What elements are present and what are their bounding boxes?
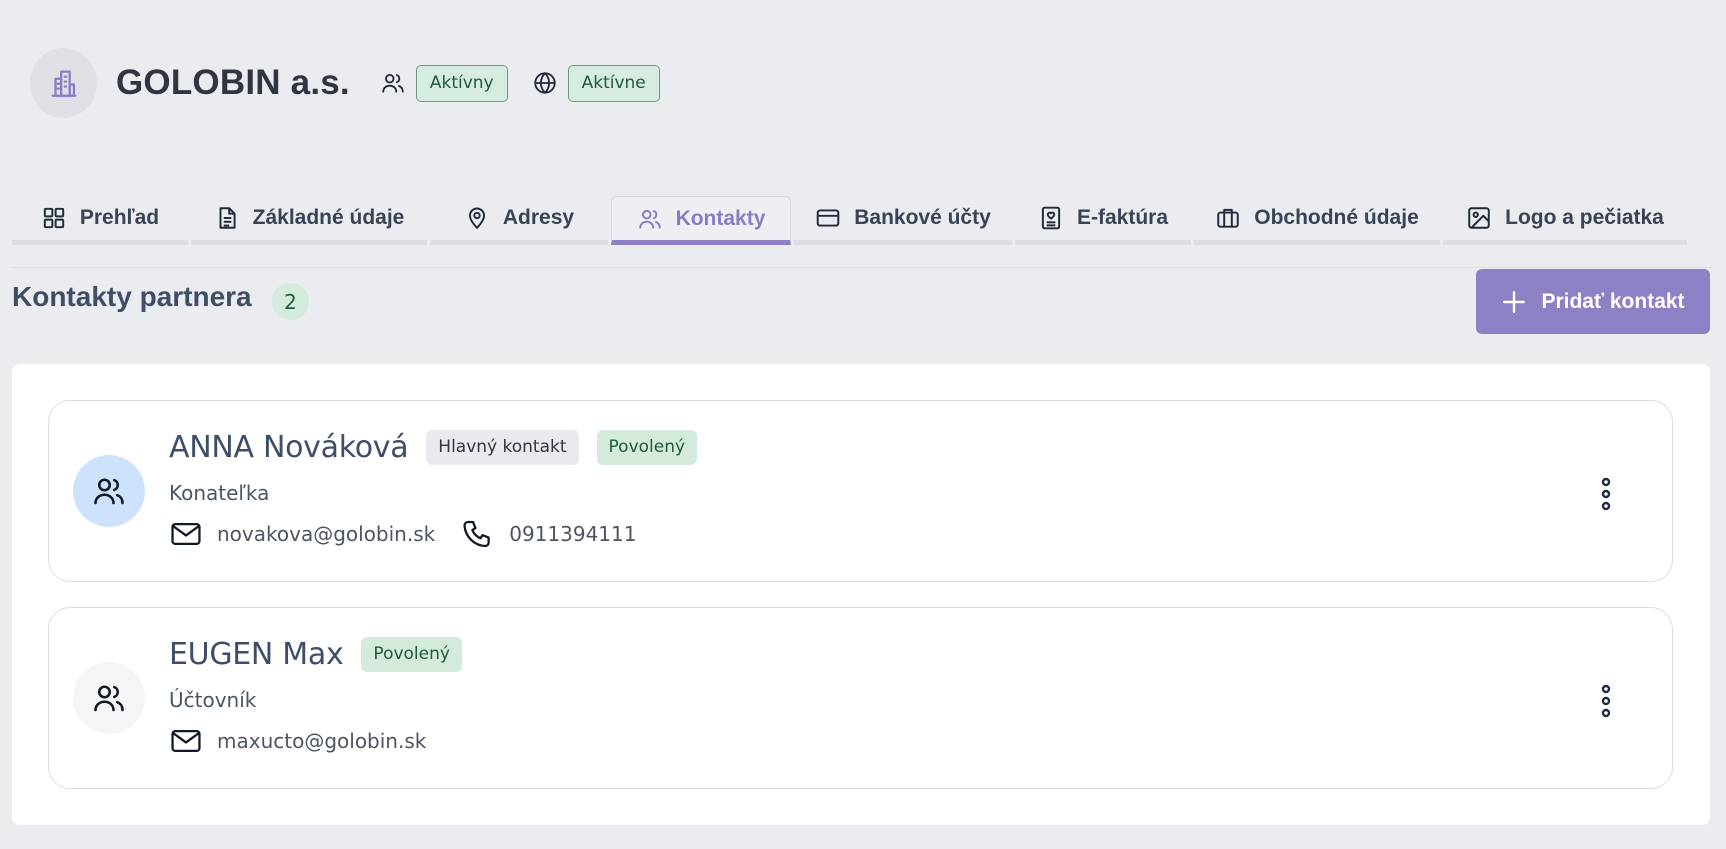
tab-label: Prehľad [79,206,160,229]
contact-name: EUGEN Max [169,636,344,672]
add-contact-label: Pridať kontakt [1541,289,1685,313]
company-avatar [30,48,97,118]
contact-card[interactable]: EUGEN Max Povolený Účtovník maxucto@golo… [48,607,1673,789]
more-options-icon[interactable] [1598,684,1614,718]
contact-name-row: ANNA Nováková Hlavný kontakt Povolený [169,429,698,465]
phone-icon [463,520,490,548]
tab-label: Bankové účty [854,206,991,229]
tab-prehlad[interactable]: Prehľad [12,196,188,245]
partner-tabs: Prehľad Základné údaje Adresy Kontakty B… [12,196,1687,245]
contact-avatar [73,662,145,734]
company-name: GOLOBIN a.s. [116,63,350,102]
contact-info-row: novakova@golobin.sk 0911394111 [169,517,697,551]
tab-label: Základné údaje [252,206,405,229]
tab-label: Obchodné údaje [1254,206,1419,229]
section-title: Kontakty partnera [12,281,252,312]
contacts-count-badge: 2 [272,283,309,320]
grid-icon [43,207,65,229]
credit-card-icon [816,209,840,227]
image-icon [1468,207,1490,229]
mail-icon [171,522,201,546]
plus-icon [1503,290,1526,313]
tab-kontakty[interactable]: Kontakty [611,196,791,245]
activity-status: Aktívny [380,64,508,102]
allowed-badge: Povolený [361,636,462,672]
allowed-badge: Povolený [596,429,698,465]
contacts-panel: ANNA Nováková Hlavný kontakt Povolený Ko… [12,364,1710,825]
map-pin-icon [468,207,485,230]
tab-e-faktura[interactable]: E-faktúra [1015,196,1191,245]
tab-label: E-faktúra [1076,206,1169,229]
contact-email-link[interactable]: novakova@golobin.sk [217,522,435,546]
tab-label: Kontakty [675,206,766,230]
document-icon [219,207,236,229]
building-icon [51,70,76,97]
users-icon [94,685,124,712]
contact-email-link[interactable]: maxucto@golobin.sk [217,729,426,753]
tab-obchodne-udaje[interactable]: Obchodné údaje [1194,196,1440,245]
contact-details: EUGEN Max Povolený Účtovník maxucto@golo… [169,636,462,758]
users-icon [382,73,404,93]
tab-adresy[interactable]: Adresy [430,196,608,245]
contact-phone-link[interactable]: 0911394111 [509,522,636,546]
briefcase-icon [1217,208,1239,228]
mail-icon [171,729,201,753]
users-icon [638,209,661,229]
e-invoice-icon [1041,206,1061,230]
contact-name: ANNA Nováková [169,429,409,465]
web-status: Aktívne [532,64,660,102]
globe-icon [533,72,556,94]
status-badge-active: Aktívny [415,64,508,102]
contact-card[interactable]: ANNA Nováková Hlavný kontakt Povolený Ko… [48,400,1673,582]
contact-role: Účtovník [169,688,257,712]
partner-header: GOLOBIN a.s. Aktívny Aktívne [30,48,660,118]
users-icon [94,478,124,505]
add-contact-button[interactable]: Pridať kontakt [1476,269,1710,334]
tab-zakladne-udaje[interactable]: Základné údaje [191,196,427,245]
section-divider [12,267,1712,268]
status-badge-web: Aktívne [567,64,660,102]
tab-logo-a-peciatka[interactable]: Logo a pečiatka [1443,196,1687,245]
more-options-icon[interactable] [1598,477,1614,511]
tab-bankove-ucty[interactable]: Bankové účty [794,196,1012,245]
contact-avatar [73,455,145,527]
main-contact-badge: Hlavný kontakt [426,429,579,465]
contact-role: Konateľka [169,481,270,505]
tab-label: Adresy [502,206,575,229]
contact-name-row: EUGEN Max Povolený [169,636,462,672]
contact-details: ANNA Nováková Hlavný kontakt Povolený Ko… [169,429,698,551]
contact-info-row: maxucto@golobin.sk [169,724,462,758]
tab-label: Logo a pečiatka [1505,206,1664,229]
